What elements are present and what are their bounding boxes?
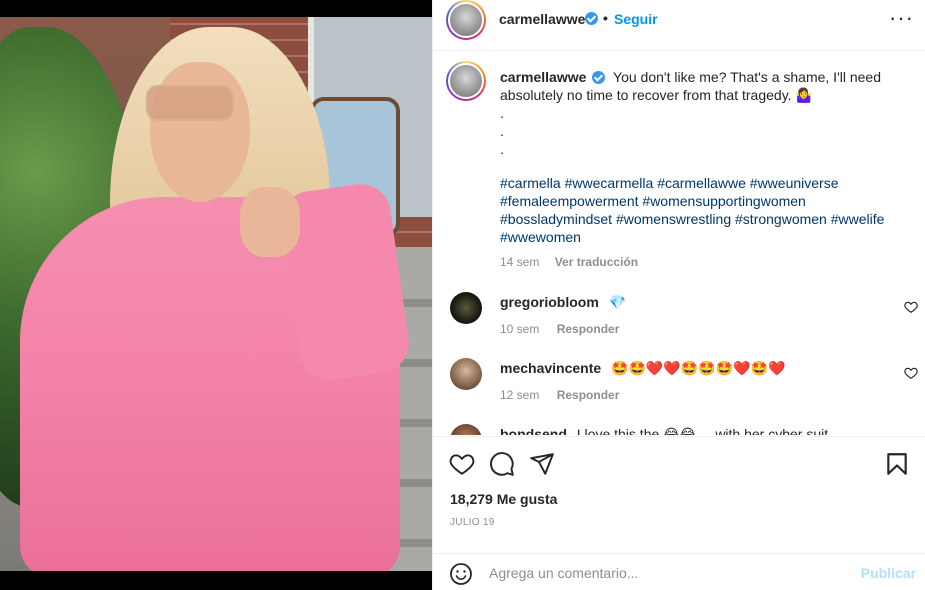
commenter-username[interactable]: gregoriobloom <box>500 294 599 310</box>
caption-dot: . <box>500 141 504 157</box>
post-side-panel: carmellawwe • Seguir ··· carmellawwe You… <box>432 0 925 590</box>
hashtag-link[interactable]: #womenswrestling <box>616 211 731 227</box>
comment-item: bondsend I love this the 😂😂 ... with her… <box>433 424 925 435</box>
comment-item: gregoriobloom 💎 10 sem Responder <box>433 292 925 358</box>
publish-button[interactable]: Publicar <box>861 565 916 581</box>
caption-dot: . <box>500 105 504 121</box>
comment-text-block: bondsend I love this the 😂😂 ... with her… <box>500 426 828 435</box>
hashtag-link[interactable]: #wwewomen <box>500 229 581 245</box>
comment-text-block: mechavincente 🤩🤩❤️❤️🤩🤩🤩❤️🤩❤️ <box>500 360 785 377</box>
commenter-username[interactable]: mechavincente <box>500 360 601 376</box>
comment-text-block: gregoriobloom 💎 <box>500 294 626 311</box>
send-icon[interactable] <box>529 451 555 477</box>
action-bar <box>433 436 925 486</box>
post-date[interactable]: JULIO 19 <box>450 517 495 528</box>
caption-time[interactable]: 14 sem <box>500 255 539 269</box>
commenter-avatar[interactable] <box>450 358 482 390</box>
comment-like-heart-icon[interactable] <box>904 300 918 314</box>
reply-button[interactable]: Responder <box>557 322 620 336</box>
caption-text-block: carmellawwe You don't like me? That's a … <box>500 68 910 246</box>
post-media <box>0 0 432 590</box>
more-options-icon[interactable]: ··· <box>889 7 914 29</box>
hashtag-link[interactable]: #carmellawwe <box>657 175 746 191</box>
translate-button[interactable]: Ver traducción <box>555 255 638 269</box>
hashtag-link[interactable]: #wweuniverse <box>750 175 839 191</box>
hashtag-link[interactable]: #bossladymindset <box>500 211 612 227</box>
caption-avatar[interactable] <box>446 61 486 101</box>
comment-text: I love this the 😂😂 ... with her cyber su… <box>576 426 829 435</box>
hashtag-link[interactable]: #femaleempowerment <box>500 193 639 209</box>
comment-like-heart-icon[interactable] <box>904 366 918 380</box>
like-heart-icon[interactable] <box>449 451 475 477</box>
bookmark-icon[interactable] <box>884 451 910 477</box>
caption-meta: 14 sem Ver traducción <box>500 255 650 269</box>
emoji-icon[interactable] <box>449 562 473 586</box>
comment-text: 🤩🤩❤️❤️🤩🤩🤩❤️🤩❤️ <box>611 360 786 376</box>
photo-face <box>150 62 250 202</box>
comment-time[interactable]: 10 sem <box>500 322 539 336</box>
author-username[interactable]: carmellawwe <box>499 11 585 27</box>
commenter-avatar[interactable] <box>450 424 482 435</box>
comment-text: 💎 <box>608 294 627 310</box>
comments-scroll-area[interactable]: carmellawwe You don't like me? That's a … <box>433 52 925 435</box>
commenter-avatar[interactable] <box>450 292 482 324</box>
comment-composer: Publicar <box>433 553 925 590</box>
comment-meta: 12 sem Responder <box>500 388 633 402</box>
like-count[interactable]: 18,279 Me gusta <box>450 491 557 507</box>
photo-glasses <box>146 85 234 121</box>
comment-time[interactable]: 12 sem <box>500 388 539 402</box>
hashtag-link[interactable]: #womensupportingwomen <box>642 193 805 209</box>
verified-badge-icon <box>585 12 598 25</box>
author-avatar[interactable] <box>446 0 486 40</box>
reply-button[interactable]: Responder <box>557 388 620 402</box>
caption-dot: . <box>500 123 504 139</box>
commenter-username[interactable]: bondsend <box>500 426 567 435</box>
comment-input[interactable] <box>489 560 849 586</box>
comment-meta: 10 sem Responder <box>500 322 633 336</box>
comment-item: mechavincente 🤩🤩❤️❤️🤩🤩🤩❤️🤩❤️ 12 sem Resp… <box>433 358 925 424</box>
hashtag-link[interactable]: #wwelife <box>831 211 885 227</box>
verified-badge-icon <box>592 71 606 84</box>
hashtag-link[interactable]: #wwecarmella <box>565 175 654 191</box>
caption-hashtags: #carmella #wwecarmella #carmellawwe #wwe… <box>500 174 910 246</box>
post-photo[interactable] <box>0 17 432 571</box>
caption-username[interactable]: carmellawwe <box>500 69 586 85</box>
comment-icon[interactable] <box>489 451 515 477</box>
post-header: carmellawwe • Seguir ··· <box>433 0 925 51</box>
hashtag-link[interactable]: #strongwomen <box>735 211 827 227</box>
photo-hand <box>240 187 300 257</box>
hashtag-link[interactable]: #carmella <box>500 175 561 191</box>
follow-button[interactable]: Seguir <box>614 11 658 27</box>
header-separator: • <box>603 10 608 26</box>
